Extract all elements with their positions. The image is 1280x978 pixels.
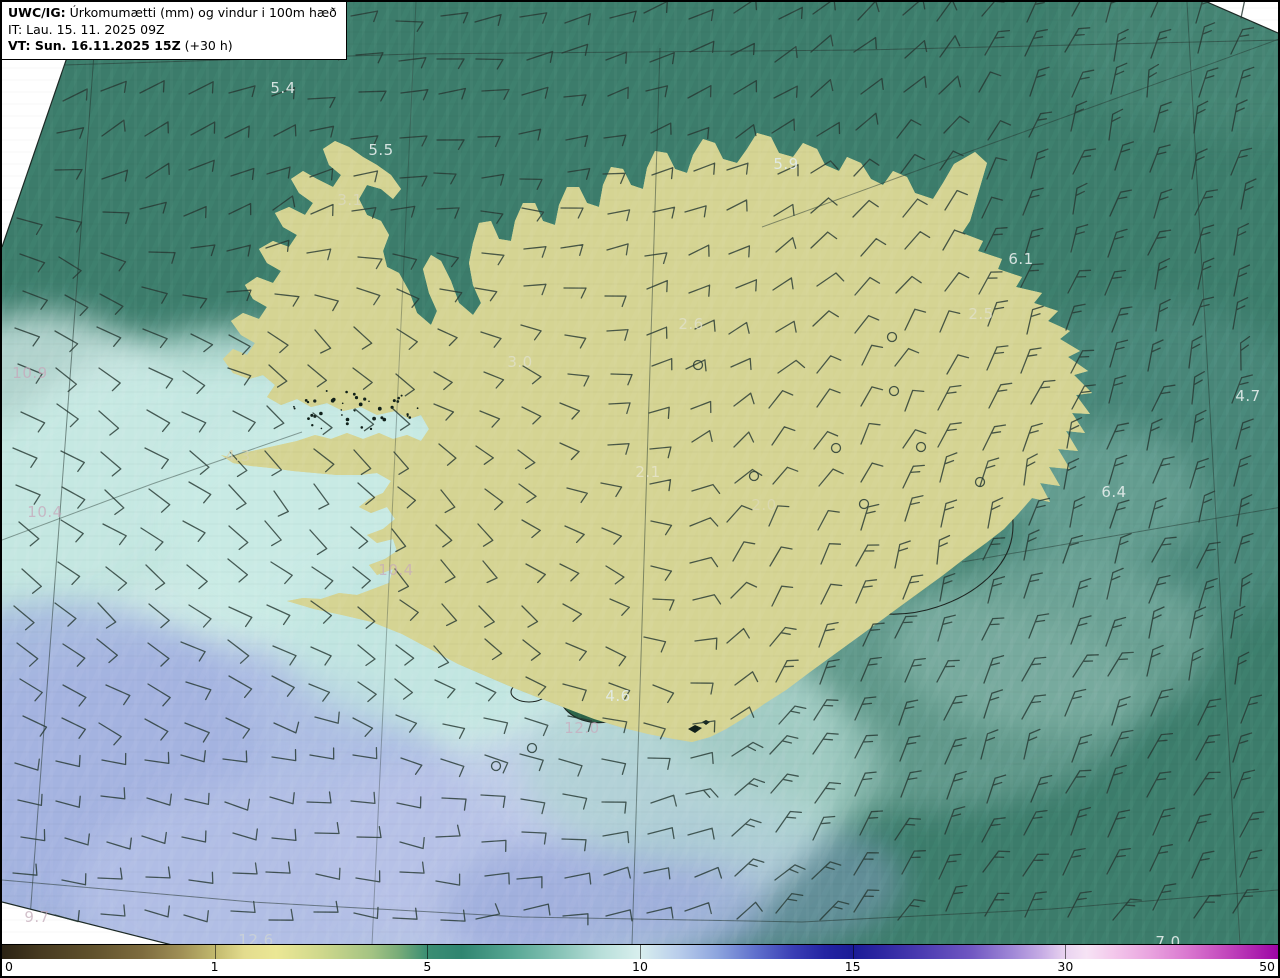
colorbar-tick xyxy=(214,945,216,959)
product-id: UWC/IG: xyxy=(8,5,66,20)
colorbar-tick-label: 15 xyxy=(844,959,861,974)
valid-time: VT: Sun. 16.11.2025 15Z xyxy=(8,38,181,53)
colorbar-tick-label: 1 xyxy=(210,959,219,974)
colorbar-tick-labels: 0 1 5 10 15 30 50 xyxy=(2,959,1278,975)
title-box: UWC/IG: Úrkomumætti (mm) og vindur i 100… xyxy=(2,2,347,60)
map-canvas: 5.4 5.5 3.1 5.9 6.1 2.5 2.6 3.0 4.7 4.3 10.9 10.4 6.… xyxy=(2,2,1278,951)
weather-map-frame: 5.4 5.5 3.1 5.9 6.1 2.5 2.6 3.0 4.7 4.3 10.9 10.4 6.… xyxy=(0,0,1280,978)
colorbar-tick-label: 30 xyxy=(1057,959,1074,974)
iceland-precip-wind-map xyxy=(2,2,1278,945)
precipitation-colorbar: 0 1 5 10 15 30 50 xyxy=(2,944,1278,976)
colorbar-tick-label: 10 xyxy=(632,959,648,974)
product-description: Úrkomumætti (mm) og vindur i 100m hæð xyxy=(65,5,337,20)
colorbar-tick xyxy=(427,945,429,959)
forecast-lead: (+30 h) xyxy=(180,38,233,53)
init-time: IT: Lau. 15. 11. 2025 09Z xyxy=(8,21,165,37)
colorbar-tick-label: 0 xyxy=(5,959,13,974)
colorbar-tick xyxy=(852,945,854,959)
colorbar-tick-label: 50 xyxy=(1259,959,1275,974)
title-line-3: VT: Sun. 16.11.2025 15Z (+30 h) xyxy=(8,38,337,55)
colorbar-tick xyxy=(1065,945,1067,959)
colorbar-tick xyxy=(640,945,641,959)
colorbar-tick-label: 5 xyxy=(423,959,432,974)
title-line-1: UWC/IG: Úrkomumætti (mm) og vindur i 100… xyxy=(8,5,337,22)
title-line-2: IT: Lau. 15. 11. 2025 09Z xyxy=(8,22,337,39)
colorbar-gradient xyxy=(2,945,1278,959)
